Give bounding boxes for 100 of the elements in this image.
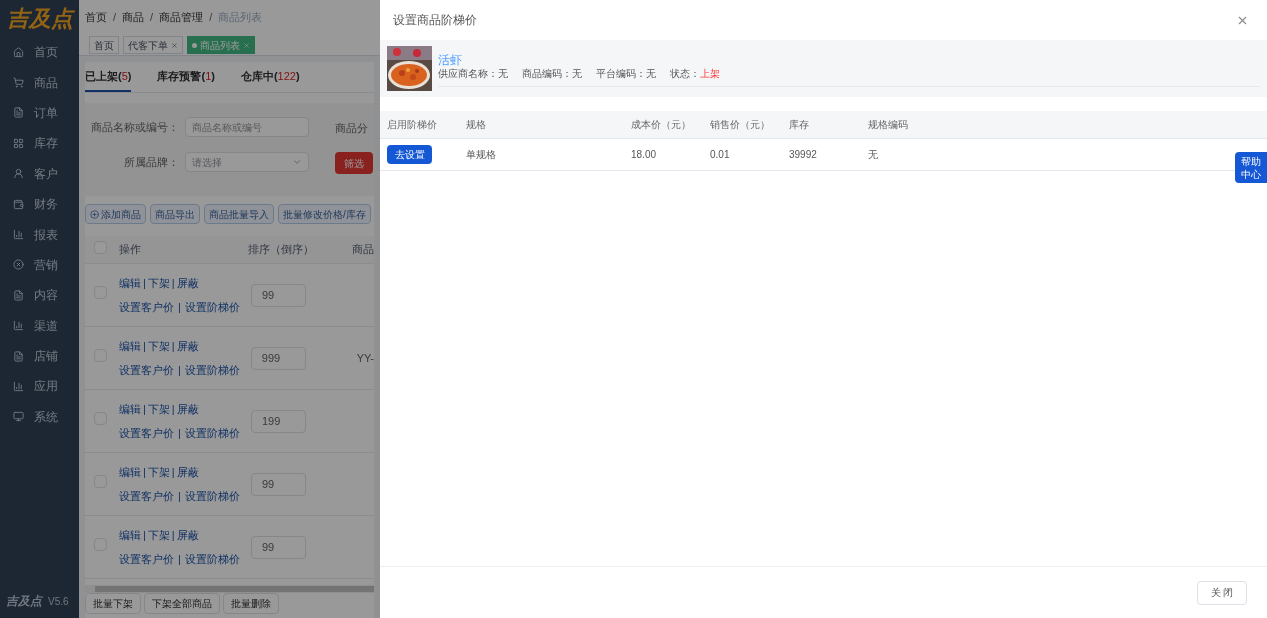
- action-link[interactable]: 屏蔽: [176, 337, 199, 354]
- sort-field[interactable]: 99: [251, 283, 306, 307]
- link-separator: |: [171, 338, 175, 354]
- brand-select[interactable]: 请选择: [185, 152, 309, 172]
- link-separator: |: [171, 401, 175, 417]
- price-link[interactable]: 设置客户价: [119, 299, 174, 316]
- action-link[interactable]: 编辑: [119, 400, 141, 417]
- drawer-title: 设置商品阶梯价: [393, 12, 477, 29]
- sidebar-item[interactable]: 首页: [0, 37, 79, 68]
- home-icon: [13, 46, 24, 58]
- close-button[interactable]: 关 闭: [1197, 580, 1247, 605]
- sidebar-item[interactable]: 报表: [0, 219, 79, 250]
- table-cell: 单规格: [466, 149, 496, 160]
- toolbar-button[interactable]: 添加商品: [85, 204, 146, 224]
- sidebar-item[interactable]: 订单: [0, 97, 79, 129]
- price-link[interactable]: 设置阶梯价: [184, 551, 240, 568]
- bulk-button[interactable]: 批量下架: [85, 593, 141, 614]
- sidebar-item[interactable]: 渠道: [0, 310, 79, 341]
- sidebar-item[interactable]: 应用: [0, 371, 79, 402]
- sidebar-item[interactable]: 内容: [0, 280, 79, 311]
- breadcrumb-item[interactable]: 商品: [122, 9, 145, 26]
- sort-field[interactable]: 999: [250, 346, 306, 370]
- document-icon: [13, 350, 24, 362]
- bulk-button[interactable]: 下架全部商品: [144, 593, 220, 614]
- close-icon[interactable]: [171, 41, 178, 49]
- action-link[interactable]: 屏蔽: [176, 400, 199, 417]
- price-link[interactable]: 设置阶梯价: [184, 488, 240, 505]
- chevron-down-icon: [292, 157, 302, 167]
- footer-logo: 吉及点: [6, 593, 42, 610]
- link-separator: |: [178, 426, 181, 441]
- sidebar-item[interactable]: 营销: [0, 249, 79, 281]
- horizontal-scrollbar[interactable]: [85, 585, 374, 593]
- circle-x-icon: [13, 259, 24, 271]
- table-cell: 无: [868, 149, 878, 160]
- bulk-button[interactable]: 批量删除: [223, 593, 279, 614]
- breadcrumb-item[interactable]: 首页: [85, 9, 107, 26]
- table-cell: 39992: [789, 149, 817, 160]
- sidebar-item[interactable]: 库存: [0, 128, 79, 159]
- action-link[interactable]: 下架: [147, 463, 170, 480]
- user-icon: [13, 168, 24, 180]
- action-link[interactable]: 编辑: [118, 337, 141, 354]
- toolbar-button[interactable]: 批量修改价格/库存: [278, 204, 371, 224]
- sidebar-item[interactable]: 商品: [0, 67, 79, 98]
- status-tab[interactable]: 仓库中(122): [240, 67, 300, 92]
- help-button[interactable]: 帮助中心: [1235, 152, 1267, 183]
- product-name[interactable]: 活虾: [438, 52, 1260, 67]
- status-tab[interactable]: 库存预警(1): [157, 67, 215, 92]
- bar-chart-icon: [13, 229, 24, 241]
- action-link[interactable]: 编辑: [119, 463, 141, 480]
- column-header: 规格编码: [868, 119, 908, 130]
- action-link[interactable]: 编辑: [119, 526, 141, 543]
- price-link[interactable]: 设置客户价: [118, 362, 174, 379]
- sidebar-item[interactable]: 财务: [0, 188, 79, 220]
- breadcrumb-item[interactable]: 商品管理: [159, 9, 204, 26]
- action-link[interactable]: 屏蔽: [176, 526, 199, 543]
- action-link[interactable]: 下架: [147, 526, 170, 543]
- sidebar-item[interactable]: 系统: [0, 401, 79, 433]
- sort-field[interactable]: 99: [251, 535, 306, 559]
- status-tab[interactable]: 已上架(5): [85, 67, 132, 92]
- filter-button[interactable]: 筛选: [335, 152, 373, 174]
- link-separator: |: [171, 275, 175, 291]
- bar-chart-icon: [13, 320, 24, 332]
- table-cell-text: YY-: [356, 350, 374, 366]
- sort-field[interactable]: 99: [251, 472, 306, 496]
- page-tab[interactable]: 代客下单: [123, 36, 183, 54]
- action-link[interactable]: 下架: [147, 274, 170, 291]
- toolbar-button[interactable]: 商品批量导入: [204, 204, 274, 224]
- toolbar-button[interactable]: 商品导出: [150, 204, 200, 224]
- column-header: 商品: [352, 242, 374, 258]
- sort-field[interactable]: 199: [251, 409, 306, 433]
- bar-chart-icon: [13, 381, 24, 392]
- column-header: 销售价（元）: [710, 119, 770, 130]
- action-link[interactable]: 编辑: [119, 274, 141, 291]
- price-link[interactable]: 设置阶梯价: [184, 299, 240, 316]
- link-separator: |: [178, 300, 181, 315]
- filter-label: 商品名称或编号：: [90, 119, 179, 135]
- link-separator: |: [171, 527, 175, 543]
- set-button[interactable]: 去设置: [387, 145, 432, 164]
- table-cell: 0.01: [710, 149, 730, 160]
- page-tab[interactable]: 首页: [89, 36, 119, 54]
- price-link[interactable]: 设置阶梯价: [184, 425, 240, 442]
- sidebar-item[interactable]: 客户: [0, 158, 79, 189]
- version-label: V5.6: [48, 594, 69, 609]
- price-link[interactable]: 设置阶梯价: [184, 362, 240, 379]
- action-link[interactable]: 屏蔽: [176, 274, 199, 291]
- price-link[interactable]: 设置客户价: [119, 425, 174, 442]
- sidebar-item[interactable]: 店铺: [0, 340, 79, 372]
- wallet-icon: [13, 198, 24, 210]
- filter-label: 商品分: [335, 121, 368, 136]
- action-link[interactable]: 下架: [147, 400, 170, 417]
- action-link[interactable]: 屏蔽: [176, 463, 199, 480]
- price-link[interactable]: 设置客户价: [119, 488, 174, 505]
- column-header: 规格: [466, 119, 486, 130]
- link-separator: |: [178, 552, 181, 567]
- price-link[interactable]: 设置客户价: [119, 551, 174, 568]
- link-separator: |: [143, 464, 146, 480]
- product-field: 商品编码：无: [522, 66, 582, 81]
- column-header: 操作: [118, 242, 142, 258]
- action-link[interactable]: 下架: [147, 337, 170, 354]
- column-header: 启用阶梯价: [387, 119, 437, 130]
